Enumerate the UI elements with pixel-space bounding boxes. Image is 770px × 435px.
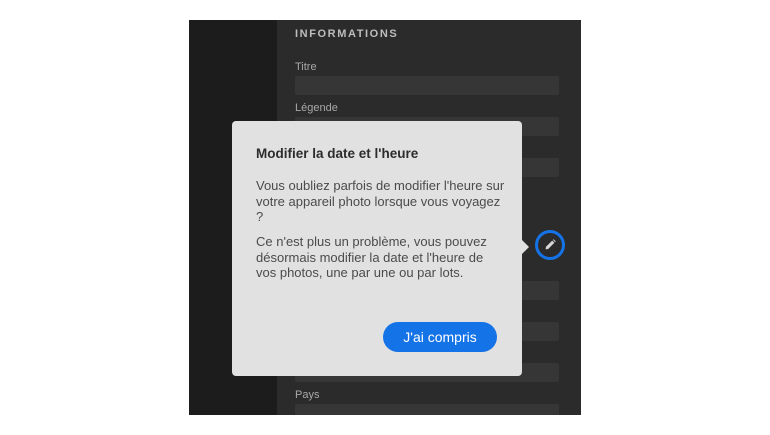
field-label-country: Pays [295, 389, 320, 401]
popover-arrow [521, 239, 529, 255]
popover-paragraph-2: Ce n'est plus un problème, vous pouvez d… [256, 234, 487, 280]
field-label-caption: Légende [295, 102, 338, 114]
popover-paragraph-1: Vous oubliez parfois de modifier l'heure… [256, 178, 505, 224]
section-title: INFORMATIONS [295, 28, 399, 40]
edit-date-button[interactable] [535, 230, 565, 260]
popover-title: Modifier la date et l'heure [256, 146, 419, 161]
pencil-icon [544, 239, 556, 251]
feature-tip-popover: Modifier la date et l'heure Vous oubliez… [232, 121, 529, 376]
country-input[interactable] [295, 404, 559, 415]
got-it-button[interactable]: J'ai compris [383, 322, 497, 352]
page: INFORMATIONS Titre Légende Pays Modifier… [0, 0, 770, 435]
title-input[interactable] [295, 76, 559, 95]
field-label-title: Titre [295, 61, 317, 73]
